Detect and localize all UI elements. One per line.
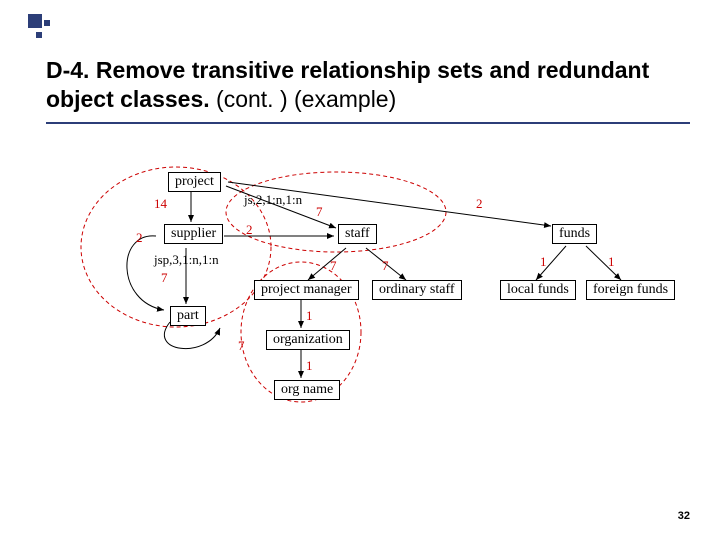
label-jsp: jsp,3,1:n,1:n — [154, 252, 219, 268]
node-project-manager: project manager — [254, 280, 359, 300]
node-foreign-funds: foreign funds — [586, 280, 675, 300]
node-organization: organization — [266, 330, 350, 350]
title-rule — [46, 122, 690, 124]
label-2-mid: 2 — [246, 222, 253, 238]
title-suffix: (cont. ) (example) — [210, 86, 397, 112]
label-1-b: 1 — [608, 254, 615, 270]
node-part: part — [170, 306, 206, 326]
label-js: js,2,1:n,1:n — [244, 192, 302, 208]
label-7-b: 7 — [161, 270, 168, 286]
page-number: 32 — [678, 510, 690, 522]
label-2-left: 2 — [136, 230, 143, 246]
label-1-a: 1 — [540, 254, 547, 270]
label-1-d: 1 — [306, 358, 313, 374]
label-7-e: 7 — [238, 338, 245, 354]
slide: D-4. Remove transitive relationship sets… — [0, 0, 720, 540]
er-diagram: project supplier staff funds part projec… — [46, 152, 690, 432]
node-local-funds: local funds — [500, 280, 576, 300]
label-7-c: 7 — [330, 258, 337, 274]
label-1-c: 1 — [306, 308, 313, 324]
node-project: project — [168, 172, 221, 192]
node-ordinary-staff: ordinary staff — [372, 280, 462, 300]
node-org-name: org name — [274, 380, 340, 400]
slide-title: D-4. Remove transitive relationship sets… — [46, 56, 690, 114]
label-7-d: 7 — [382, 258, 389, 274]
node-funds: funds — [552, 224, 597, 244]
label-2-right: 2 — [476, 196, 483, 212]
label-14: 14 — [154, 196, 167, 212]
label-7-a: 7 — [316, 204, 323, 220]
node-supplier: supplier — [164, 224, 223, 244]
node-staff: staff — [338, 224, 377, 244]
